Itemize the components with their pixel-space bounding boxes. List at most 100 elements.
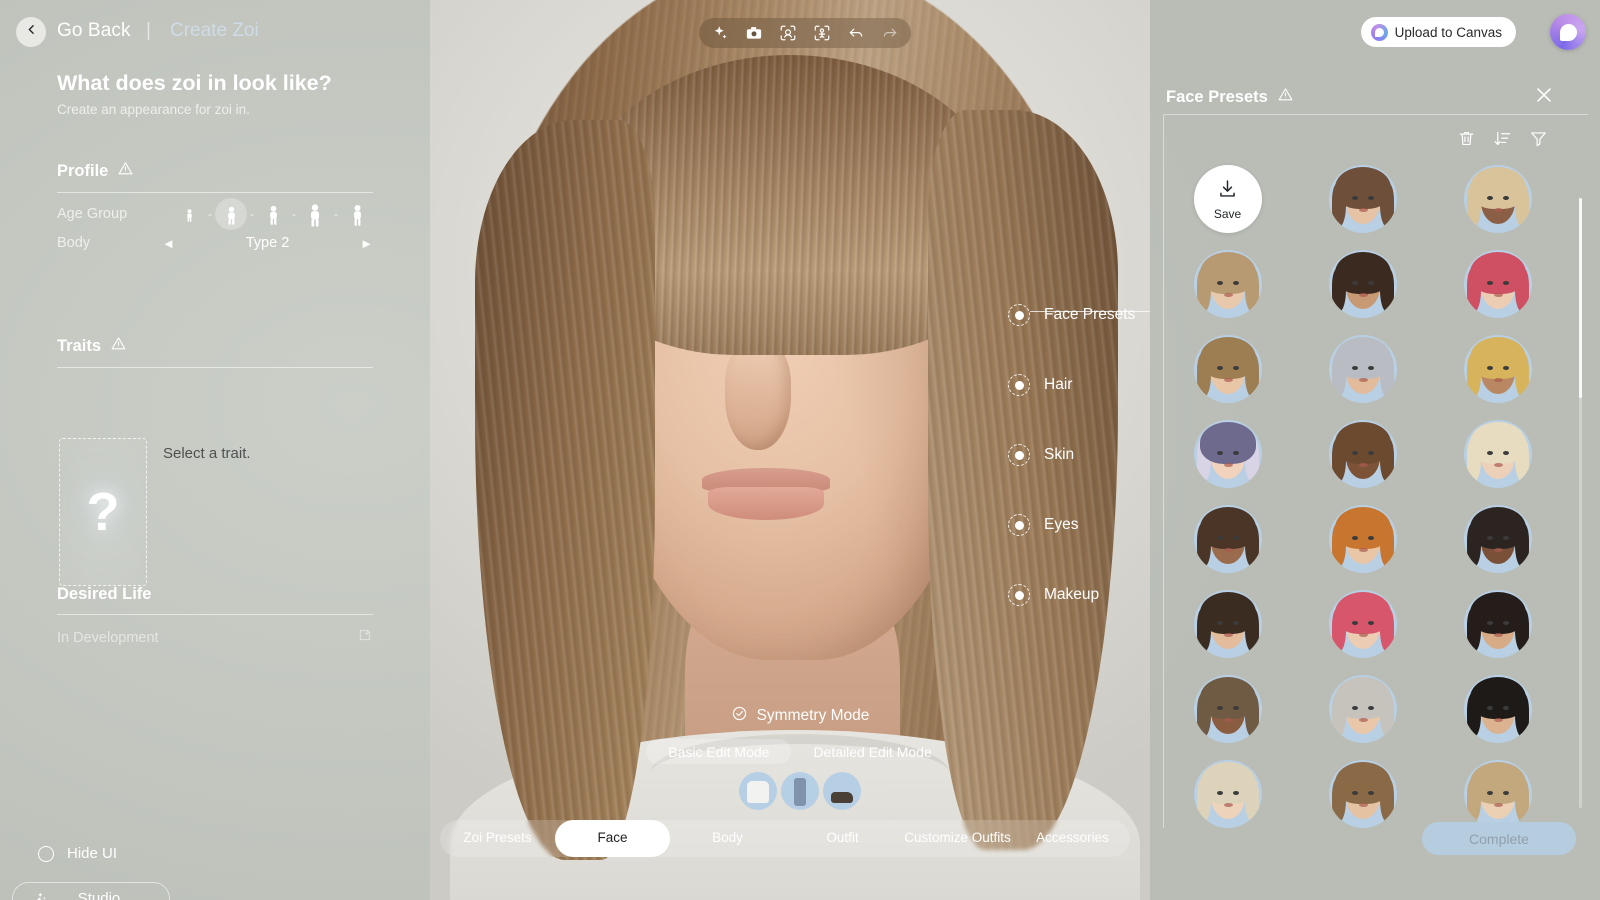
face-presets-title-label: Face Presets [1166, 87, 1268, 106]
tab-face[interactable]: Face [555, 820, 670, 857]
symmetry-mode-toggle[interactable]: Symmetry Mode [0, 705, 1600, 727]
sort-icon[interactable] [1493, 129, 1512, 148]
face-preset-item[interactable] [1463, 589, 1532, 658]
age-group-option-young-adult[interactable] [257, 198, 289, 230]
rail-dot-icon [1008, 374, 1030, 396]
desired-life-value-row[interactable]: In Development [57, 615, 373, 648]
trait-slot-empty[interactable]: ? [59, 438, 147, 586]
face-preset-item[interactable] [1193, 589, 1262, 658]
face-preset-item[interactable] [1463, 250, 1532, 319]
chevron-left-icon [25, 23, 38, 41]
camera-icon[interactable] [745, 24, 763, 42]
tab-zoi-presets[interactable]: Zoi Presets [440, 820, 555, 857]
save-preset-button[interactable]: Save [1193, 165, 1262, 234]
preset-cell [1437, 420, 1558, 489]
edit-square-icon[interactable] [357, 627, 373, 648]
tab-body[interactable]: Body [670, 820, 785, 857]
face-preset-item[interactable] [1328, 589, 1397, 658]
tab-outfit[interactable]: Outfit [785, 820, 900, 857]
trait-placeholder-glyph: ? [86, 482, 120, 542]
age-group-option-elder[interactable] [341, 198, 373, 230]
close-icon[interactable] [1533, 84, 1555, 106]
body-scan-icon[interactable] [813, 24, 831, 42]
age-group-connector: - [250, 207, 254, 221]
complete-button[interactable]: Complete [1422, 822, 1576, 855]
preset-cell [1167, 589, 1288, 658]
undo-icon[interactable] [847, 24, 865, 42]
rail-dot-icon [1008, 444, 1030, 466]
rail-dot-icon [1008, 584, 1030, 606]
preset-cell [1167, 335, 1288, 404]
account-avatar[interactable] [1550, 14, 1586, 50]
tab-accessories[interactable]: Accessories [1015, 820, 1130, 857]
studio-button[interactable]: Studio [12, 882, 170, 900]
age-group-option-adult[interactable] [299, 198, 331, 230]
face-preset-item[interactable] [1463, 165, 1532, 234]
face-preset-item[interactable] [1328, 504, 1397, 573]
sparkles-icon[interactable] [711, 24, 729, 42]
shoes-thumbnail[interactable] [823, 772, 861, 810]
tab-customize-outfits[interactable]: Customize Outfits [900, 820, 1015, 857]
preset-cell [1302, 420, 1423, 489]
bottom-tab-bar: Zoi Presets Face Body Outfit Customize Outfi… [440, 820, 1130, 857]
age-group-row: Age Group - - - - [57, 193, 373, 235]
create-zoi-screen: Go Back | Create Zoi Upload to Canvas Wh… [0, 0, 1600, 900]
face-preset-item[interactable] [1463, 504, 1532, 573]
trash-icon[interactable] [1457, 129, 1476, 148]
breadcrumb-separator: | [146, 20, 151, 41]
rail-dot-icon [1008, 514, 1030, 536]
face-presets-grid: Save [1167, 161, 1558, 828]
breadcrumb-create-zoi[interactable]: Create Zoi [170, 20, 259, 42]
preset-cell [1437, 165, 1558, 234]
face-preset-item[interactable] [1328, 420, 1397, 489]
face-preset-item[interactable] [1193, 335, 1262, 404]
body-label: Body [57, 235, 91, 251]
save-preset-label: Save [1213, 206, 1242, 221]
hide-ui-label: Hide UI [67, 845, 118, 862]
age-group-connector: - [208, 207, 212, 221]
bottom-thumbnail[interactable] [781, 772, 819, 810]
presets-scrollbar-thumb[interactable] [1579, 198, 1582, 398]
traits-heading: Traits [57, 335, 373, 367]
check-circle-icon [731, 705, 748, 727]
upload-to-canvas-button[interactable]: Upload to Canvas [1360, 17, 1516, 47]
hide-ui-toggle[interactable]: Hide UI [38, 845, 117, 862]
face-preset-item[interactable] [1328, 250, 1397, 319]
face-preset-item[interactable] [1463, 335, 1532, 404]
face-presets-title: Face Presets [1166, 86, 1294, 108]
preset-cell [1302, 335, 1423, 404]
character-nose [725, 340, 791, 450]
preset-cell [1437, 250, 1558, 319]
go-back-link[interactable]: Go Back [57, 20, 131, 42]
filter-icon[interactable] [1529, 129, 1548, 148]
profile-heading: Profile [57, 160, 373, 192]
age-group-option-teen[interactable] [215, 198, 247, 230]
traits-heading-label: Traits [57, 336, 102, 355]
preset-cell [1302, 589, 1423, 658]
edit-mode-basic[interactable]: Basic Edit Mode [646, 739, 792, 764]
canvas-brand-icon [1370, 23, 1388, 41]
face-preset-item[interactable] [1193, 420, 1262, 489]
preset-cell [1302, 504, 1423, 574]
age-group-option-child[interactable] [173, 198, 205, 230]
preset-save-cell: Save [1167, 165, 1288, 234]
back-button[interactable] [16, 17, 46, 47]
body-prev-button[interactable]: ◄ [162, 237, 175, 250]
face-preset-item[interactable] [1328, 335, 1397, 404]
face-scan-icon[interactable] [779, 24, 797, 42]
preset-cell [1167, 504, 1288, 574]
warning-triangle-icon [1277, 86, 1294, 108]
rail-item-label: Hair [1044, 376, 1073, 393]
body-value: Type 2 [245, 235, 290, 251]
face-preset-item[interactable] [1328, 165, 1397, 234]
redo-icon[interactable] [881, 24, 899, 42]
age-group-selector[interactable]: ---- [173, 198, 373, 230]
top-thumbnail[interactable] [739, 772, 777, 810]
face-preset-item[interactable] [1193, 504, 1262, 573]
edit-mode-detailed[interactable]: Detailed Edit Mode [791, 739, 953, 764]
rail-item-label: Face Presets [1044, 306, 1136, 323]
age-group-connector: - [334, 207, 338, 221]
body-next-button[interactable]: ► [360, 237, 373, 250]
face-preset-item[interactable] [1193, 250, 1262, 319]
face-preset-item[interactable] [1463, 420, 1532, 489]
